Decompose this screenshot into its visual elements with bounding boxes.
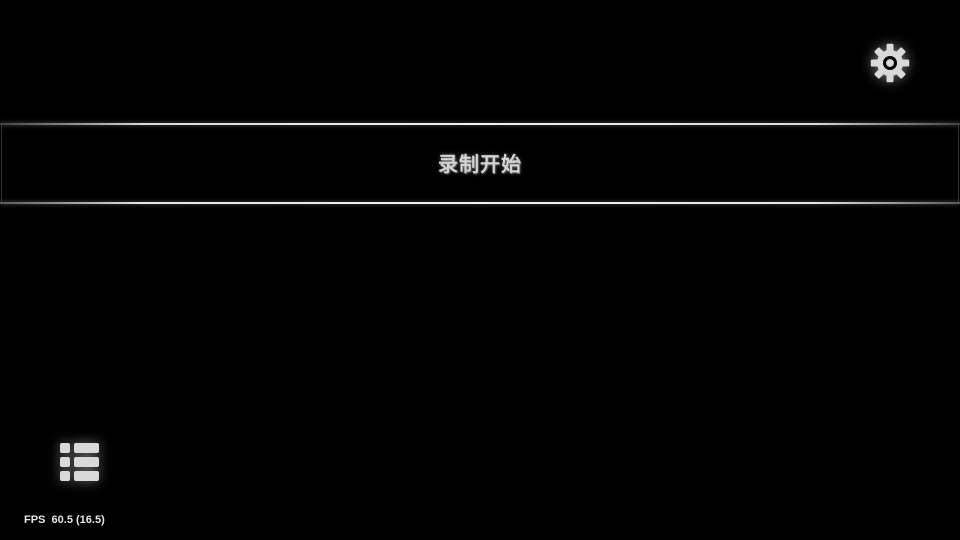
settings-button[interactable] xyxy=(866,39,914,87)
fps-counter: FPS 60.5 (16.5) xyxy=(24,514,105,526)
list-icon xyxy=(60,443,99,481)
banner-message: 录制开始 xyxy=(438,152,522,176)
fps-label: FPS xyxy=(24,514,46,526)
game-screen: 录制开始 FPS 60.5 (16.5) xyxy=(0,0,960,540)
gear-icon xyxy=(870,43,910,83)
recording-banner: 录制开始 xyxy=(0,122,960,206)
list-menu-button[interactable] xyxy=(54,437,106,487)
banner-bottom-line xyxy=(0,202,960,204)
fps-value: 60.5 (16.5) xyxy=(51,514,105,526)
